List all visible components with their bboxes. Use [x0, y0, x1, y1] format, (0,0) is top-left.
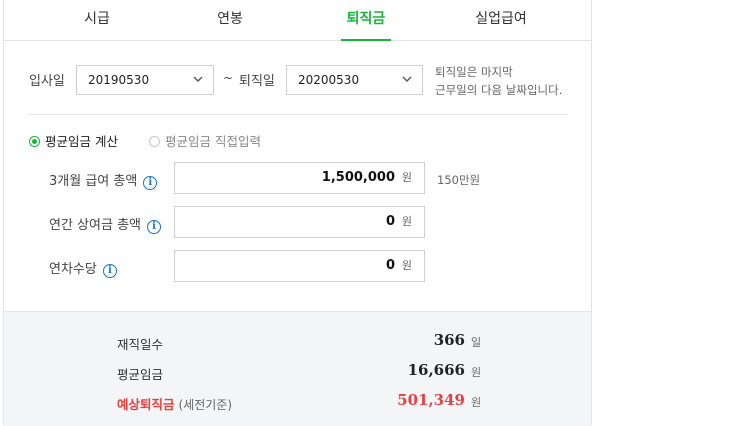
radio-avg-wage-direct[interactable]: 평균임금 직접입력 — [149, 131, 261, 150]
radio-label: 평균임금 계산 — [45, 134, 118, 149]
end-date-value: 20200530 — [298, 73, 360, 87]
input-annual-leave-pay[interactable]: 0 원 — [174, 250, 425, 282]
field-unit: 원 — [401, 171, 412, 184]
tab-label: 실업급여 — [475, 11, 527, 27]
active-tab-indicator — [341, 39, 391, 41]
field-unit: 원 — [401, 259, 412, 272]
tab-annual-salary[interactable]: 연봉 — [157, 0, 303, 40]
severance-calculator-panel: 시급 연봉 퇴직금 실업급여 입사일 20190530 ~ 퇴직일 202005… — [3, 0, 592, 426]
info-icon[interactable]: i — [147, 220, 161, 234]
tab-label: 연봉 — [217, 11, 243, 27]
end-date-note: 퇴직일은 마지막 근무일의 다음 날짜입니다. — [435, 63, 562, 99]
tab-label: 시급 — [84, 11, 110, 27]
result-severance-label: 예상퇴직금 (세전기준) — [117, 394, 232, 413]
severance-label-text: 예상퇴직금 — [117, 397, 175, 412]
info-icon[interactable]: i — [102, 264, 117, 278]
end-date-select[interactable]: 20200530 — [286, 65, 423, 95]
field-label-text: 연간 상여금 총액 — [49, 218, 141, 233]
result-days-unit: 일 — [471, 336, 482, 349]
date-separator: ~ — [223, 71, 234, 85]
calculator-tabs: 시급 연봉 퇴직금 실업급여 — [4, 0, 591, 41]
note-line: 퇴직일은 마지막 — [435, 65, 513, 79]
severance-label-sub: (세전기준) — [178, 398, 233, 412]
result-severance-value: 501,349 — [397, 391, 465, 409]
field-unit: 원 — [401, 215, 412, 228]
field-label-3month-salary: 3개월 급여 총액 i — [49, 170, 158, 190]
field-label-annual-bonus: 연간 상여금 총액 i — [49, 214, 161, 234]
tab-severance[interactable]: 퇴직금 — [293, 0, 439, 41]
input-annual-bonus[interactable]: 0 원 — [174, 206, 425, 238]
start-date-value: 20190530 — [88, 73, 150, 87]
radio-selected-icon — [29, 136, 40, 147]
result-days-value: 366 — [433, 331, 465, 349]
radio-unselected-icon — [149, 136, 160, 147]
field-label-annual-leave-pay: 연차수당 i — [49, 258, 117, 278]
chevron-down-icon — [193, 76, 203, 82]
radio-avg-wage-calc[interactable]: 평균임금 계산 — [29, 131, 118, 150]
field-label-text: 3개월 급여 총액 — [49, 174, 138, 189]
tab-unemployment[interactable]: 실업급여 — [428, 0, 574, 40]
end-date-label: 퇴직일 — [239, 74, 275, 89]
result-avg-wage-value: 16,666 — [407, 361, 465, 379]
start-date-select[interactable]: 20190530 — [76, 65, 214, 95]
info-icon[interactable]: i — [143, 176, 158, 190]
tab-label: 퇴직금 — [346, 11, 386, 27]
result-severance-unit: 원 — [471, 396, 482, 409]
result-days-label: 재직일수 — [117, 337, 164, 352]
result-avg-wage-unit: 원 — [471, 366, 482, 379]
result-avg-wage-label: 평균임금 — [117, 367, 164, 382]
result-summary: 재직일수 366 일 평균임금 16,666 원 예상퇴직금 (세전기준) 501… — [4, 311, 591, 426]
section-divider — [28, 114, 568, 115]
field-label-text: 연차수당 — [49, 262, 97, 277]
radio-label: 평균임금 직접입력 — [165, 134, 261, 149]
chevron-down-icon — [402, 76, 412, 82]
field-value: 0 — [385, 258, 395, 273]
note-line: 근무일의 다음 날짜입니다. — [435, 83, 563, 97]
salary-hint: 150만원 — [437, 173, 481, 187]
start-date-label: 입사일 — [29, 74, 65, 89]
tab-hourly[interactable]: 시급 — [24, 0, 170, 40]
field-value: 1,500,000 — [321, 170, 395, 185]
input-3month-salary[interactable]: 1,500,000 원 — [174, 162, 425, 194]
field-value: 0 — [385, 214, 395, 229]
